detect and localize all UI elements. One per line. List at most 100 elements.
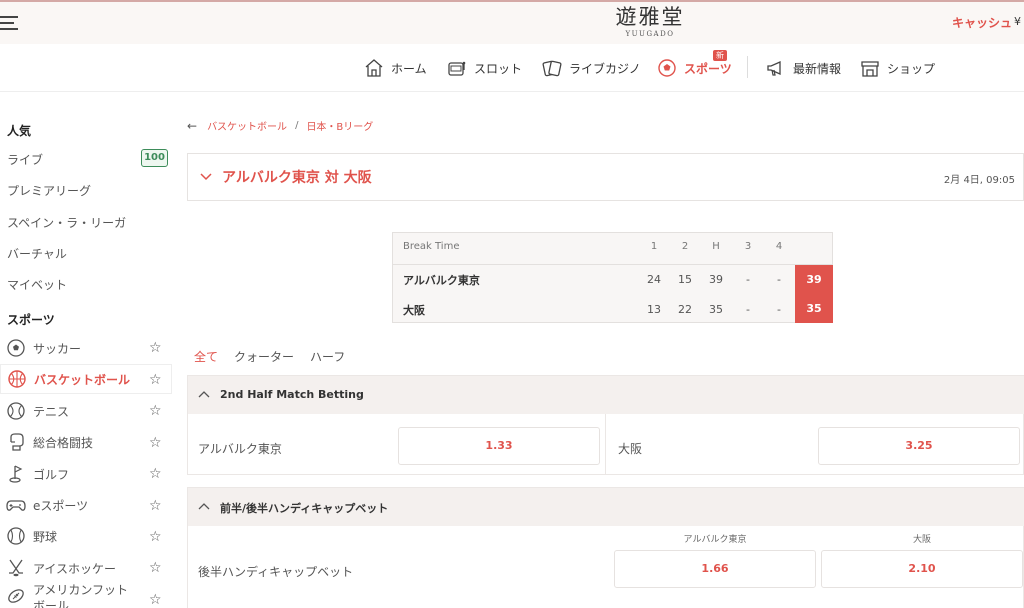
- favorite-star-icon[interactable]: ☆: [149, 403, 162, 419]
- new-badge: 新: [713, 50, 727, 61]
- tab-all[interactable]: 全て: [194, 348, 218, 365]
- sidebar-sport-american-football[interactable]: アメリカンフットボール: [0, 582, 172, 608]
- odds-button[interactable]: 2.10: [821, 550, 1023, 588]
- nav-item-shop[interactable]: ショップ: [860, 58, 935, 78]
- breadcrumb-item[interactable]: バスケットボール: [207, 118, 287, 133]
- market-header[interactable]: 2nd Half Match Betting: [188, 376, 1024, 414]
- sidebar-item-my-bets[interactable]: マイベット: [7, 276, 67, 293]
- sport-label: 総合格闘技: [33, 435, 94, 450]
- market-title: 2nd Half Match Betting: [220, 388, 364, 401]
- sport-label: ゴルフ: [33, 467, 70, 482]
- team-name-home: アルバルク東京: [403, 274, 480, 287]
- football-icon: [8, 589, 24, 603]
- live-count-badge: 100: [141, 149, 168, 167]
- selection-label: アルバルク東京: [198, 442, 282, 456]
- favorite-star-icon[interactable]: ☆: [149, 529, 162, 545]
- market-title: 前半/後半ハンディキャップベット: [220, 502, 389, 515]
- brand-logo[interactable]: 遊雅堂 YUUGADO: [600, 4, 700, 39]
- match-title: アルバルク東京 対 大阪: [222, 170, 372, 186]
- score-cell: 35: [709, 303, 723, 316]
- soccer-icon: [7, 339, 25, 357]
- scoreboard: Break Time 1 2 H 3 4 アルバルク東京 24 15 39 - …: [392, 232, 833, 323]
- hockey-icon: [9, 559, 23, 577]
- sidebar-item-la-liga[interactable]: スペイン・ラ・リーガ: [7, 214, 126, 231]
- column-divider: [605, 414, 606, 475]
- sidebar-sport-tennis[interactable]: テニス: [0, 396, 172, 426]
- favorite-star-icon[interactable]: ☆: [149, 435, 162, 451]
- score-cell: 39: [709, 273, 723, 286]
- sidebar-item-virtual[interactable]: バーチャル: [7, 245, 67, 262]
- score-cell: -: [777, 303, 781, 316]
- back-arrow-icon[interactable]: ←: [187, 119, 197, 133]
- megaphone-icon: [767, 60, 781, 76]
- nav-divider: [747, 56, 748, 78]
- score-cell: 13: [647, 303, 661, 316]
- market-2nd-half-betting: 2nd Half Match Betting アルバルク東京 1.33 大阪 3…: [187, 375, 1024, 475]
- odds-button[interactable]: 3.25: [818, 427, 1020, 465]
- golf-icon: [9, 465, 23, 483]
- favorite-star-icon[interactable]: ☆: [149, 340, 162, 356]
- sidebar-sport-soccer[interactable]: サッカー: [0, 333, 172, 363]
- hamburger-menu-icon[interactable]: [0, 16, 18, 32]
- sidebar-item-live[interactable]: ライブ: [7, 151, 43, 168]
- score-cell: 24: [647, 273, 661, 286]
- nav-item-news[interactable]: 最新情報: [766, 58, 841, 78]
- sidebar-sport-ice-hockey[interactable]: アイスホッケー: [0, 553, 172, 583]
- soccer-ball-icon: [658, 59, 676, 77]
- basketball-icon: [8, 370, 26, 388]
- breadcrumb-item[interactable]: 日本・Bリーグ: [306, 118, 373, 133]
- nav-label-news: 最新情報: [793, 61, 842, 76]
- score-cell: -: [777, 273, 781, 286]
- sidebar-sport-esports[interactable]: eスポーツ: [0, 490, 172, 520]
- nav-item-sports[interactable]: スポーツ: [657, 58, 732, 78]
- sport-label: 野球: [33, 529, 58, 544]
- nav-item-slot[interactable]: スロット: [447, 58, 522, 78]
- sport-label: アイスホッケー: [33, 561, 117, 576]
- baseball-icon: [7, 527, 25, 545]
- sidebar-sport-golf[interactable]: ゴルフ: [0, 459, 172, 489]
- selection-label: 大阪: [618, 442, 643, 456]
- scoreboard-header: Break Time 1 2 H 3 4: [393, 233, 833, 265]
- score-cell: -: [746, 303, 750, 316]
- shop-icon: [861, 61, 879, 77]
- odds-button[interactable]: 1.66: [614, 550, 816, 588]
- sidebar-heading-popular: 人気: [7, 124, 32, 138]
- sidebar-sport-mma[interactable]: 総合格闘技: [0, 427, 172, 457]
- tab-quarter[interactable]: クォーター: [234, 348, 294, 365]
- sidebar-item-premier-league[interactable]: プレミアリーグ: [7, 182, 91, 199]
- nav-label-sports: スポーツ: [684, 61, 732, 76]
- main-nav: ホーム スロット ライブカジノ スポーツ 最新情報 ショップ: [0, 44, 1024, 92]
- favorite-star-icon[interactable]: ☆: [149, 372, 162, 388]
- cash-label[interactable]: キャッシュ: [952, 14, 1012, 31]
- favorite-star-icon[interactable]: ☆: [149, 592, 162, 608]
- chevron-up-icon[interactable]: [198, 501, 210, 511]
- column-label: アルバルク東京: [683, 535, 747, 545]
- nav-item-home[interactable]: ホーム: [364, 58, 427, 78]
- sidebar-sport-basketball[interactable]: バスケットボール: [0, 364, 172, 394]
- breadcrumb-separator: /: [295, 120, 299, 131]
- favorite-star-icon[interactable]: ☆: [149, 466, 162, 482]
- chevron-up-icon[interactable]: [198, 389, 210, 399]
- sidebar-sport-baseball[interactable]: 野球: [0, 521, 172, 551]
- score-cell: 15: [678, 273, 692, 286]
- chevron-down-icon[interactable]: [200, 170, 212, 182]
- slot-icon: [448, 61, 466, 76]
- logo-sub-text: YUUGADO: [625, 30, 675, 38]
- nav-item-live-casino[interactable]: ライブカジノ: [542, 58, 641, 78]
- market-header[interactable]: 前半/後半ハンディキャップベット: [188, 488, 1024, 526]
- period-header: 4: [775, 241, 783, 252]
- odds-button[interactable]: 1.33: [398, 427, 600, 465]
- favorite-star-icon[interactable]: ☆: [149, 560, 162, 576]
- top-header: 遊雅堂 YUUGADO キャッシュ ¥: [0, 0, 1024, 44]
- match-header[interactable]: アルバルク東京 対 大阪 2月 4日, 09:05: [187, 153, 1024, 201]
- period-header: H: [712, 241, 720, 252]
- tab-half[interactable]: ハーフ: [310, 348, 345, 365]
- favorite-star-icon[interactable]: ☆: [149, 498, 162, 514]
- total-score: 39: [795, 265, 833, 294]
- game-status: Break Time: [403, 241, 460, 252]
- sport-label: テニス: [33, 404, 70, 419]
- breadcrumb: ← バスケットボール / 日本・Bリーグ: [187, 118, 373, 134]
- nav-label-live-casino: ライブカジノ: [569, 61, 641, 76]
- period-header: 1: [650, 241, 658, 252]
- market-tabs: 全て クォーター ハーフ: [194, 348, 361, 365]
